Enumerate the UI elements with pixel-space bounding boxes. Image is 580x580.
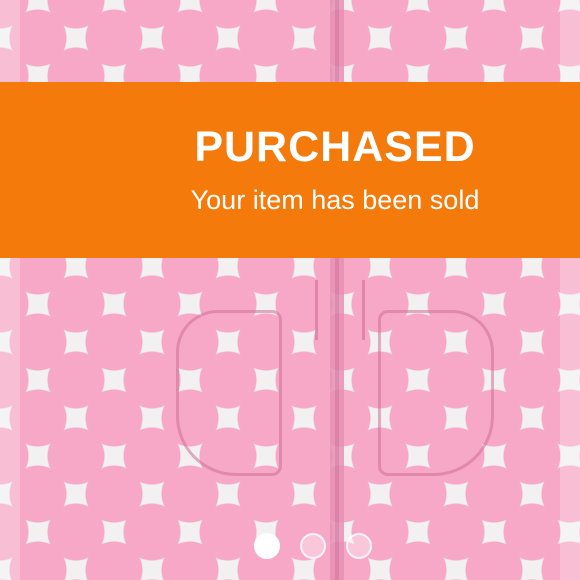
carousel-dot-1[interactable] [254,533,280,559]
carousel-dot-2[interactable] [300,533,326,559]
sold-banner-subtitle: Your item has been sold [190,185,480,215]
sold-banner: PURCHASED Your item has been sold [0,82,580,258]
carousel-dot-3[interactable] [346,533,372,559]
pocket-left [176,310,282,476]
pocket-right [378,310,494,476]
sold-banner-title: PURCHASED [194,123,476,171]
drawstring [315,280,365,340]
carousel-indicator [0,531,580,561]
